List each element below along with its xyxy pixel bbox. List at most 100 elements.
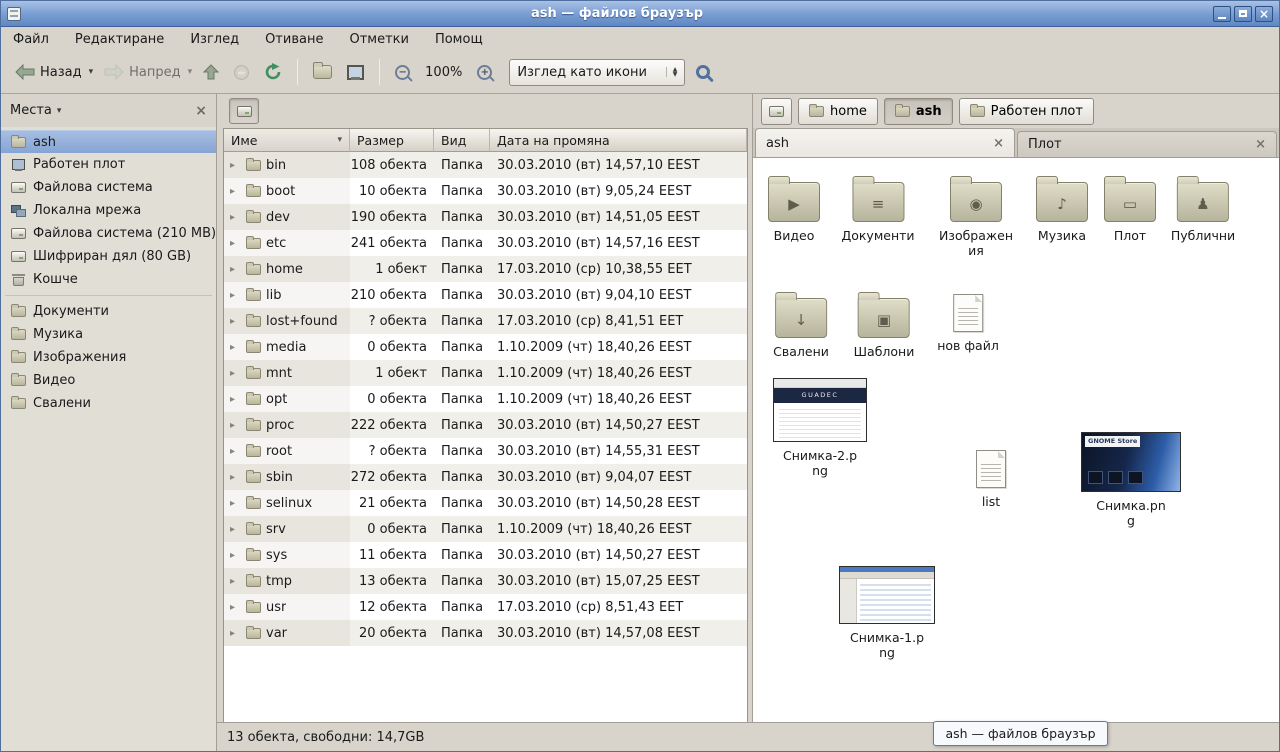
menu-item[interactable]: Помощ [433, 30, 485, 49]
close-icon[interactable]: × [993, 136, 1004, 151]
sidebar-item[interactable]: Изображения [1, 346, 216, 369]
expander-icon[interactable]: ▸ [230, 264, 241, 275]
menu-item[interactable]: Отметки [347, 30, 410, 49]
expander-icon[interactable]: ▸ [230, 446, 241, 457]
expander-icon[interactable]: ▸ [230, 368, 241, 379]
expander-icon[interactable]: ▸ [230, 186, 241, 197]
search-button[interactable] [688, 58, 720, 86]
root-breadcrumb-button[interactable] [229, 98, 259, 124]
file-item[interactable]: ▶Видео [768, 174, 820, 243]
view-mode-select[interactable]: Изглед като икони ▲▼ [509, 59, 685, 86]
sidebar-item[interactable]: Свалени [1, 392, 216, 415]
expander-icon[interactable]: ▸ [230, 628, 241, 639]
forward-history-dropdown[interactable]: ▾ [186, 62, 195, 82]
file-item[interactable]: list [976, 446, 1006, 509]
sidebar-close-icon[interactable]: × [195, 103, 207, 119]
zoom-out-button[interactable]: − [389, 60, 416, 85]
table-row[interactable]: ▸media0 обектаПапка1.10.2009 (чт) 18,40,… [224, 334, 747, 360]
titlebar[interactable]: ash — файлов браузър × [1, 1, 1279, 27]
file-item[interactable]: GNOME StoreСнимка.png [1081, 432, 1181, 529]
sidebar-title[interactable]: Места [10, 103, 52, 118]
sidebar-item[interactable]: Документи [1, 300, 216, 323]
column-header[interactable]: Вид [434, 129, 490, 152]
stop-button[interactable] [228, 60, 255, 85]
expander-icon[interactable]: ▸ [230, 290, 241, 301]
back-button[interactable]: Назад [9, 59, 88, 85]
table-row[interactable]: ▸selinux21 обектаПапка30.03.2010 (вт) 14… [224, 490, 747, 516]
column-header[interactable]: Име▾ [224, 129, 350, 152]
back-history-dropdown[interactable]: ▾ [87, 62, 96, 82]
expander-icon[interactable]: ▸ [230, 602, 241, 613]
expander-icon[interactable]: ▸ [230, 576, 241, 587]
expander-icon[interactable]: ▸ [230, 524, 241, 535]
file-item[interactable]: ▭Плот [1104, 174, 1156, 243]
table-row[interactable]: ▸var20 обектаПапка30.03.2010 (вт) 14,57,… [224, 620, 747, 646]
tab[interactable]: ash× [755, 128, 1015, 157]
expander-icon[interactable]: ▸ [230, 550, 241, 561]
file-item[interactable]: ♪Музика [1036, 174, 1088, 243]
menu-item[interactable]: Отиване [263, 30, 325, 49]
expander-icon[interactable]: ▸ [230, 316, 241, 327]
table-row[interactable]: ▸boot10 обектаПапка30.03.2010 (вт) 9,05,… [224, 178, 747, 204]
table-row[interactable]: ▸home1 обектПапка17.03.2010 (ср) 10,38,5… [224, 256, 747, 282]
table-row[interactable]: ▸usr12 обектаПапка17.03.2010 (ср) 8,51,4… [224, 594, 747, 620]
sidebar-item[interactable]: Локална мрежа [1, 199, 216, 222]
breadcrumb-button[interactable]: ash [884, 98, 953, 125]
file-item[interactable]: Снимка-1.png [839, 566, 935, 661]
minimize-button[interactable] [1213, 6, 1231, 22]
zoom-in-button[interactable]: + [471, 60, 498, 85]
expander-icon[interactable]: ▸ [230, 498, 241, 509]
file-item[interactable]: ≡Документи [841, 174, 914, 243]
breadcrumb-button[interactable]: Работен плот [959, 98, 1094, 125]
file-item[interactable]: ▣Шаблони [854, 290, 915, 359]
file-item[interactable]: ◉Изображения [936, 174, 1016, 259]
expander-icon[interactable]: ▸ [230, 160, 241, 171]
table-row[interactable]: ▸opt0 обектаПапка1.10.2009 (чт) 18,40,26… [224, 386, 747, 412]
close-button[interactable]: × [1255, 6, 1273, 22]
sidebar-item[interactable]: Работен плот [1, 153, 216, 176]
menu-item[interactable]: Редактиране [73, 30, 166, 49]
expander-icon[interactable]: ▸ [230, 420, 241, 431]
sidebar-item[interactable]: Кошче [1, 268, 216, 291]
up-button[interactable] [197, 59, 225, 85]
column-header[interactable]: Дата на промяна [490, 129, 747, 152]
table-row[interactable]: ▸mnt1 обектПапка1.10.2009 (чт) 18,40,26 … [224, 360, 747, 386]
file-item[interactable]: ↓Свалени [773, 290, 829, 359]
sidebar-item[interactable]: Видео [1, 369, 216, 392]
home-button[interactable] [307, 60, 338, 84]
table-row[interactable]: ▸dev190 обектаПапка30.03.2010 (вт) 14,51… [224, 204, 747, 230]
expander-icon[interactable]: ▸ [230, 212, 241, 223]
sidebar-item[interactable]: Файлова система [1, 176, 216, 199]
menu-item[interactable]: Изглед [188, 30, 241, 49]
table-row[interactable]: ▸sbin272 обектаПапка30.03.2010 (вт) 9,04… [224, 464, 747, 490]
table-row[interactable]: ▸sys11 обектаПапка30.03.2010 (вт) 14,50,… [224, 542, 747, 568]
tab[interactable]: Плот× [1017, 131, 1277, 157]
expander-icon[interactable]: ▸ [230, 472, 241, 483]
table-row[interactable]: ▸bin108 обектаПапка30.03.2010 (вт) 14,57… [224, 152, 747, 178]
breadcrumb-button[interactable]: home [798, 98, 878, 125]
expander-icon[interactable]: ▸ [230, 238, 241, 249]
sidebar-item[interactable]: Файлова система (210 MB) [1, 222, 216, 245]
reload-button[interactable] [258, 58, 288, 86]
file-item[interactable]: ♟Публични [1171, 174, 1235, 243]
column-header[interactable]: Размер [350, 129, 434, 152]
expander-icon[interactable]: ▸ [230, 394, 241, 405]
table-row[interactable]: ▸tmp13 обектаПапка30.03.2010 (вт) 15,07,… [224, 568, 747, 594]
expander-icon[interactable]: ▸ [230, 342, 241, 353]
close-icon[interactable]: × [1255, 137, 1266, 152]
chevron-down-icon[interactable]: ▾ [57, 106, 62, 116]
computer-button[interactable] [341, 60, 370, 85]
table-row[interactable]: ▸root? обектаПапка30.03.2010 (вт) 14,55,… [224, 438, 747, 464]
table-row[interactable]: ▸lib210 обектаПапка30.03.2010 (вт) 9,04,… [224, 282, 747, 308]
sidebar-item[interactable]: Музика [1, 323, 216, 346]
maximize-button[interactable] [1234, 6, 1252, 22]
file-item[interactable]: нов файл [937, 290, 999, 353]
table-row[interactable]: ▸proc222 обектаПапка30.03.2010 (вт) 14,5… [224, 412, 747, 438]
table-row[interactable]: ▸lost+found? обектаПапка17.03.2010 (ср) … [224, 308, 747, 334]
table-row[interactable]: ▸etc241 обектаПапка30.03.2010 (вт) 14,57… [224, 230, 747, 256]
sidebar-item[interactable]: ash [1, 130, 216, 153]
menu-item[interactable]: Файл [11, 30, 51, 49]
forward-button[interactable]: Напред [98, 59, 186, 85]
table-row[interactable]: ▸srv0 обектаПапка1.10.2009 (чт) 18,40,26… [224, 516, 747, 542]
sidebar-item[interactable]: Шифриран дял (80 GB) [1, 245, 216, 268]
